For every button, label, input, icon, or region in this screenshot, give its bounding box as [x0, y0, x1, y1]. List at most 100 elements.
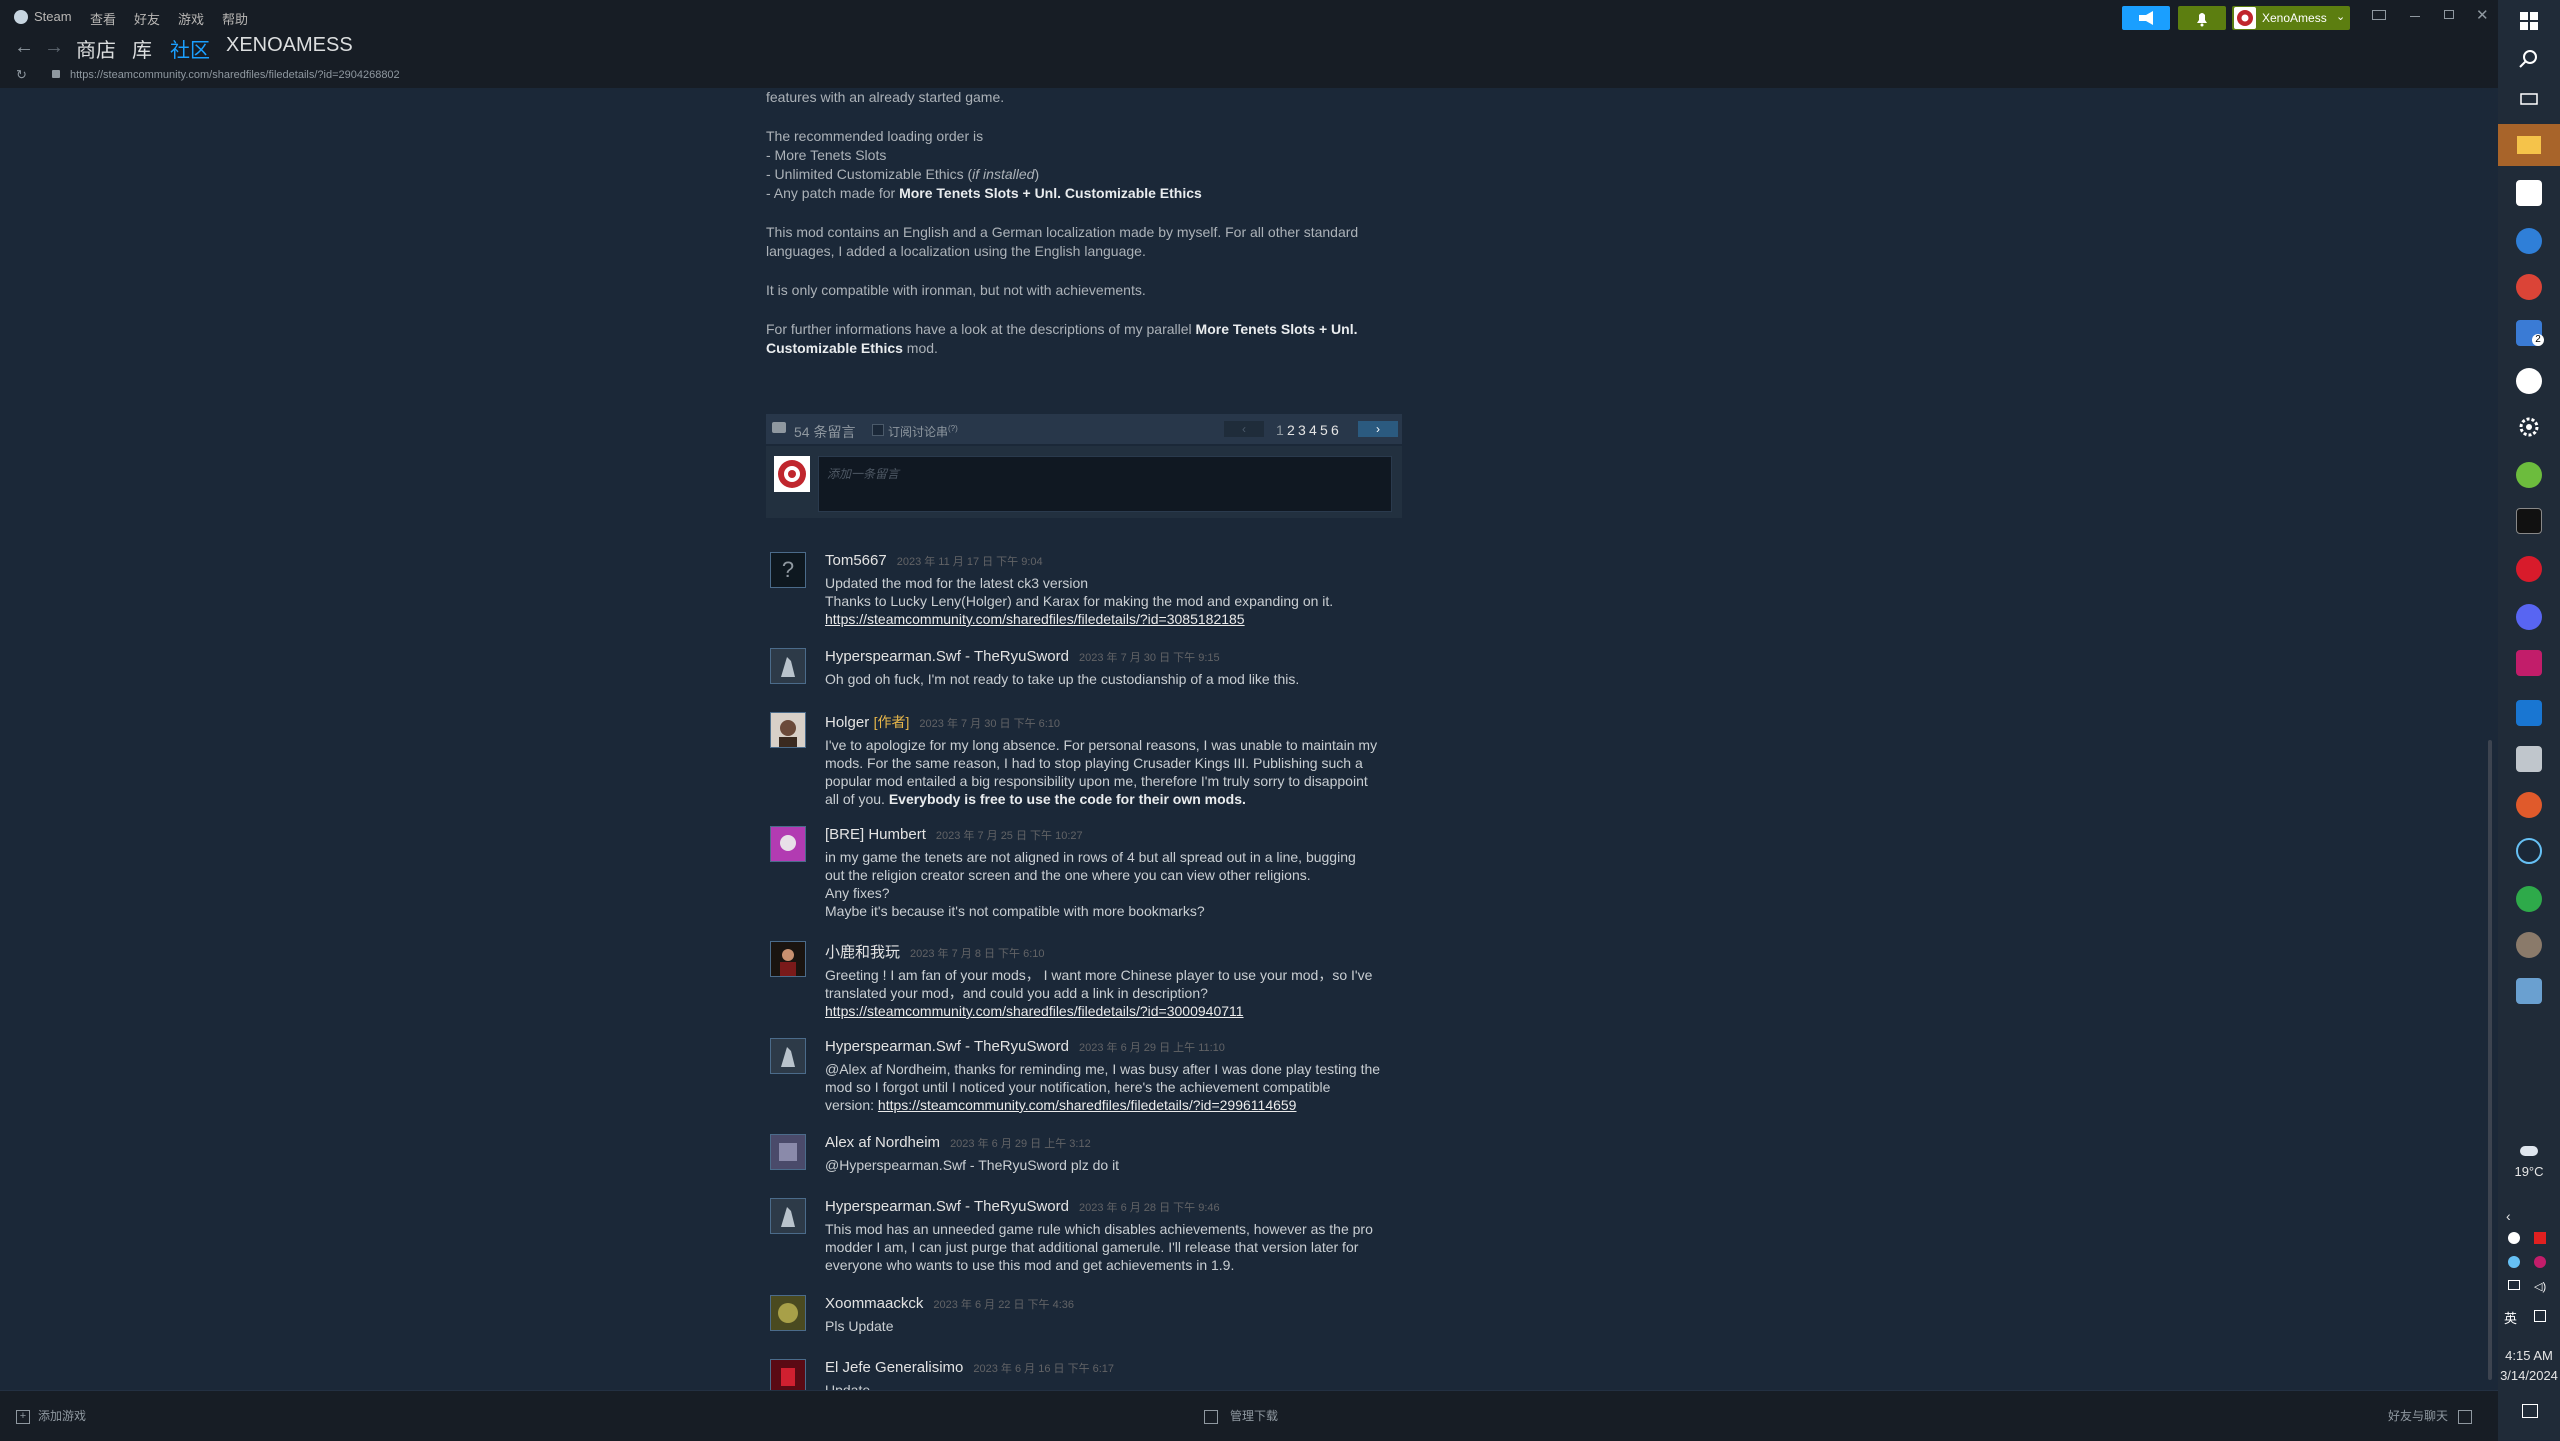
comment-author[interactable]: Hyperspearman.Swf - TheRyuSword [825, 1198, 1069, 1215]
page-2[interactable]: 2 [1287, 422, 1295, 438]
network-icon[interactable] [2508, 1280, 2520, 1290]
page-5[interactable]: 5 [1320, 422, 1328, 438]
windows-start-icon[interactable] [2516, 8, 2542, 34]
minimize-icon[interactable] [2410, 16, 2420, 17]
comment-author[interactable]: 小鹿和我玩 [825, 944, 900, 961]
page-3[interactable]: 3 [1298, 422, 1306, 438]
app-icon[interactable] [2516, 228, 2542, 254]
steam-icon[interactable] [2516, 838, 2542, 864]
terminal-icon[interactable] [2516, 508, 2542, 534]
comment-author[interactable]: Xoommaackck [825, 1295, 923, 1312]
comment-author[interactable]: El Jefe Generalisimo [825, 1359, 963, 1376]
back-arrow-icon[interactable]: ← [14, 36, 34, 59]
app-icon[interactable] [2516, 556, 2542, 582]
editor-icon[interactable]: 2 [2516, 320, 2544, 346]
subscribe-label[interactable]: 订阅讨论串(?) [888, 423, 958, 440]
chevron-left-icon[interactable]: ‹ [2506, 1208, 2511, 1224]
tab-community[interactable]: 社区 [170, 34, 210, 67]
comment-author[interactable]: Hyperspearman.Swf - TheRyuSword [825, 648, 1069, 665]
discord-icon[interactable] [2516, 604, 2542, 630]
tab-profile[interactable]: XENOAMESS [226, 34, 353, 57]
search-icon[interactable] [2516, 46, 2542, 72]
page-4[interactable]: 4 [1309, 422, 1317, 438]
tray-icon[interactable] [2534, 1232, 2546, 1244]
avatar[interactable] [770, 1295, 806, 1331]
menu-friends[interactable]: 好友 [134, 9, 160, 28]
app-icon[interactable] [2516, 978, 2542, 1004]
tray-icon[interactable] [2534, 1256, 2546, 1268]
tab-store[interactable]: 商店 [76, 34, 116, 63]
comment-author[interactable]: [BRE] Humbert [825, 826, 926, 843]
manage-downloads-button[interactable]: 管理下载 [1204, 1407, 1278, 1424]
comment-input[interactable]: 添加一条留言 [818, 456, 1392, 512]
menu-help[interactable]: 帮助 [222, 9, 248, 28]
comment-date: 2023 年 7 月 8 日 下午 6:10 [910, 948, 1045, 960]
avatar[interactable] [770, 826, 806, 862]
comment-author[interactable]: Tom5667 [825, 552, 887, 569]
avatar[interactable] [770, 648, 806, 684]
avatar[interactable] [770, 1134, 806, 1170]
volume-icon[interactable]: ◁) [2534, 1280, 2546, 1293]
notifications-button[interactable] [2178, 6, 2226, 30]
avatar[interactable] [770, 1198, 806, 1234]
settings-gear-icon[interactable] [2516, 414, 2542, 440]
comment-link[interactable]: https://steamcommunity.com/sharedfiles/f… [825, 611, 1245, 627]
input-language[interactable]: 英 [2504, 1308, 2517, 1327]
page-6[interactable]: 6 [1331, 422, 1339, 438]
menu-games[interactable]: 游戏 [178, 9, 204, 28]
avatar[interactable] [770, 1038, 806, 1074]
tray-icon[interactable] [2508, 1256, 2520, 1268]
avatar[interactable] [770, 1359, 806, 1390]
ime-icon[interactable] [2534, 1310, 2546, 1322]
comment-link[interactable]: https://steamcommunity.com/sharedfiles/f… [878, 1097, 1297, 1113]
next-page-button[interactable]: › [1358, 421, 1398, 437]
forward-arrow-icon[interactable]: → [44, 36, 64, 59]
add-game-button[interactable]: + 添加游戏 [16, 1407, 86, 1424]
comment-date: 2023 年 6 月 28 日 下午 9:46 [1078, 1202, 1220, 1214]
menu-view[interactable]: 查看 [90, 9, 116, 28]
store-icon[interactable] [2516, 180, 2542, 206]
scrollbar[interactable] [2488, 740, 2492, 1380]
user-avatar [774, 456, 810, 492]
clock-date[interactable]: 3/14/2024 [2498, 1368, 2560, 1383]
comment-author[interactable]: Alex af Nordheim [825, 1134, 940, 1151]
prev-page-button[interactable]: ‹ [1224, 421, 1264, 437]
reload-icon[interactable]: ↻ [16, 67, 27, 83]
chrome-icon[interactable] [2516, 274, 2542, 300]
clock-time[interactable]: 4:15 AM [2498, 1348, 2560, 1363]
load-order-item: - Any patch made for More Tenets Slots +… [766, 185, 1202, 201]
lock-icon [52, 70, 60, 78]
restore-icon[interactable] [2444, 10, 2454, 19]
subscribe-checkbox[interactable] [872, 424, 884, 436]
download-icon [1204, 1409, 1218, 1424]
menu-steam[interactable]: Steam [34, 9, 72, 24]
github-icon[interactable] [2516, 368, 2542, 394]
sync-icon[interactable] [2516, 886, 2542, 912]
comment-author[interactable]: Holger [825, 714, 869, 731]
avatar[interactable] [770, 941, 806, 977]
announcements-button[interactable] [2122, 6, 2170, 30]
jetbrains-icon[interactable] [2516, 650, 2542, 676]
close-icon[interactable]: ✕ [2476, 6, 2489, 24]
url-text[interactable]: https://steamcommunity.com/sharedfiles/f… [70, 69, 400, 81]
app-icon[interactable] [2516, 792, 2542, 818]
comment-author[interactable]: Hyperspearman.Swf - TheRyuSword [825, 1038, 1069, 1055]
big-picture-icon[interactable] [2372, 10, 2386, 20]
tray-icon[interactable] [2508, 1232, 2520, 1244]
avatar[interactable] [770, 712, 806, 748]
mail-icon[interactable] [2516, 700, 2542, 726]
app-icon[interactable] [2516, 462, 2542, 488]
comment-text: Oh god oh fuck, I'm not ready to take up… [825, 671, 1300, 687]
friends-chat-button[interactable]: 好友与聊天 [2388, 1407, 2473, 1424]
weather-widget[interactable]: 19°C [2498, 1144, 2560, 1182]
app-icon[interactable] [2516, 746, 2542, 772]
tab-library[interactable]: 库 [132, 34, 152, 63]
steam-logo-icon[interactable] [14, 10, 28, 24]
file-explorer-active[interactable] [2498, 124, 2560, 166]
account-menu-button[interactable]: XenoAmess ⌄ [2232, 6, 2350, 30]
notification-center-icon[interactable] [2522, 1404, 2538, 1418]
app-icon[interactable] [2516, 932, 2542, 958]
task-view-icon[interactable] [2516, 86, 2542, 112]
avatar[interactable]: ? [770, 552, 806, 588]
comment-link[interactable]: https://steamcommunity.com/sharedfiles/f… [825, 1003, 1244, 1019]
